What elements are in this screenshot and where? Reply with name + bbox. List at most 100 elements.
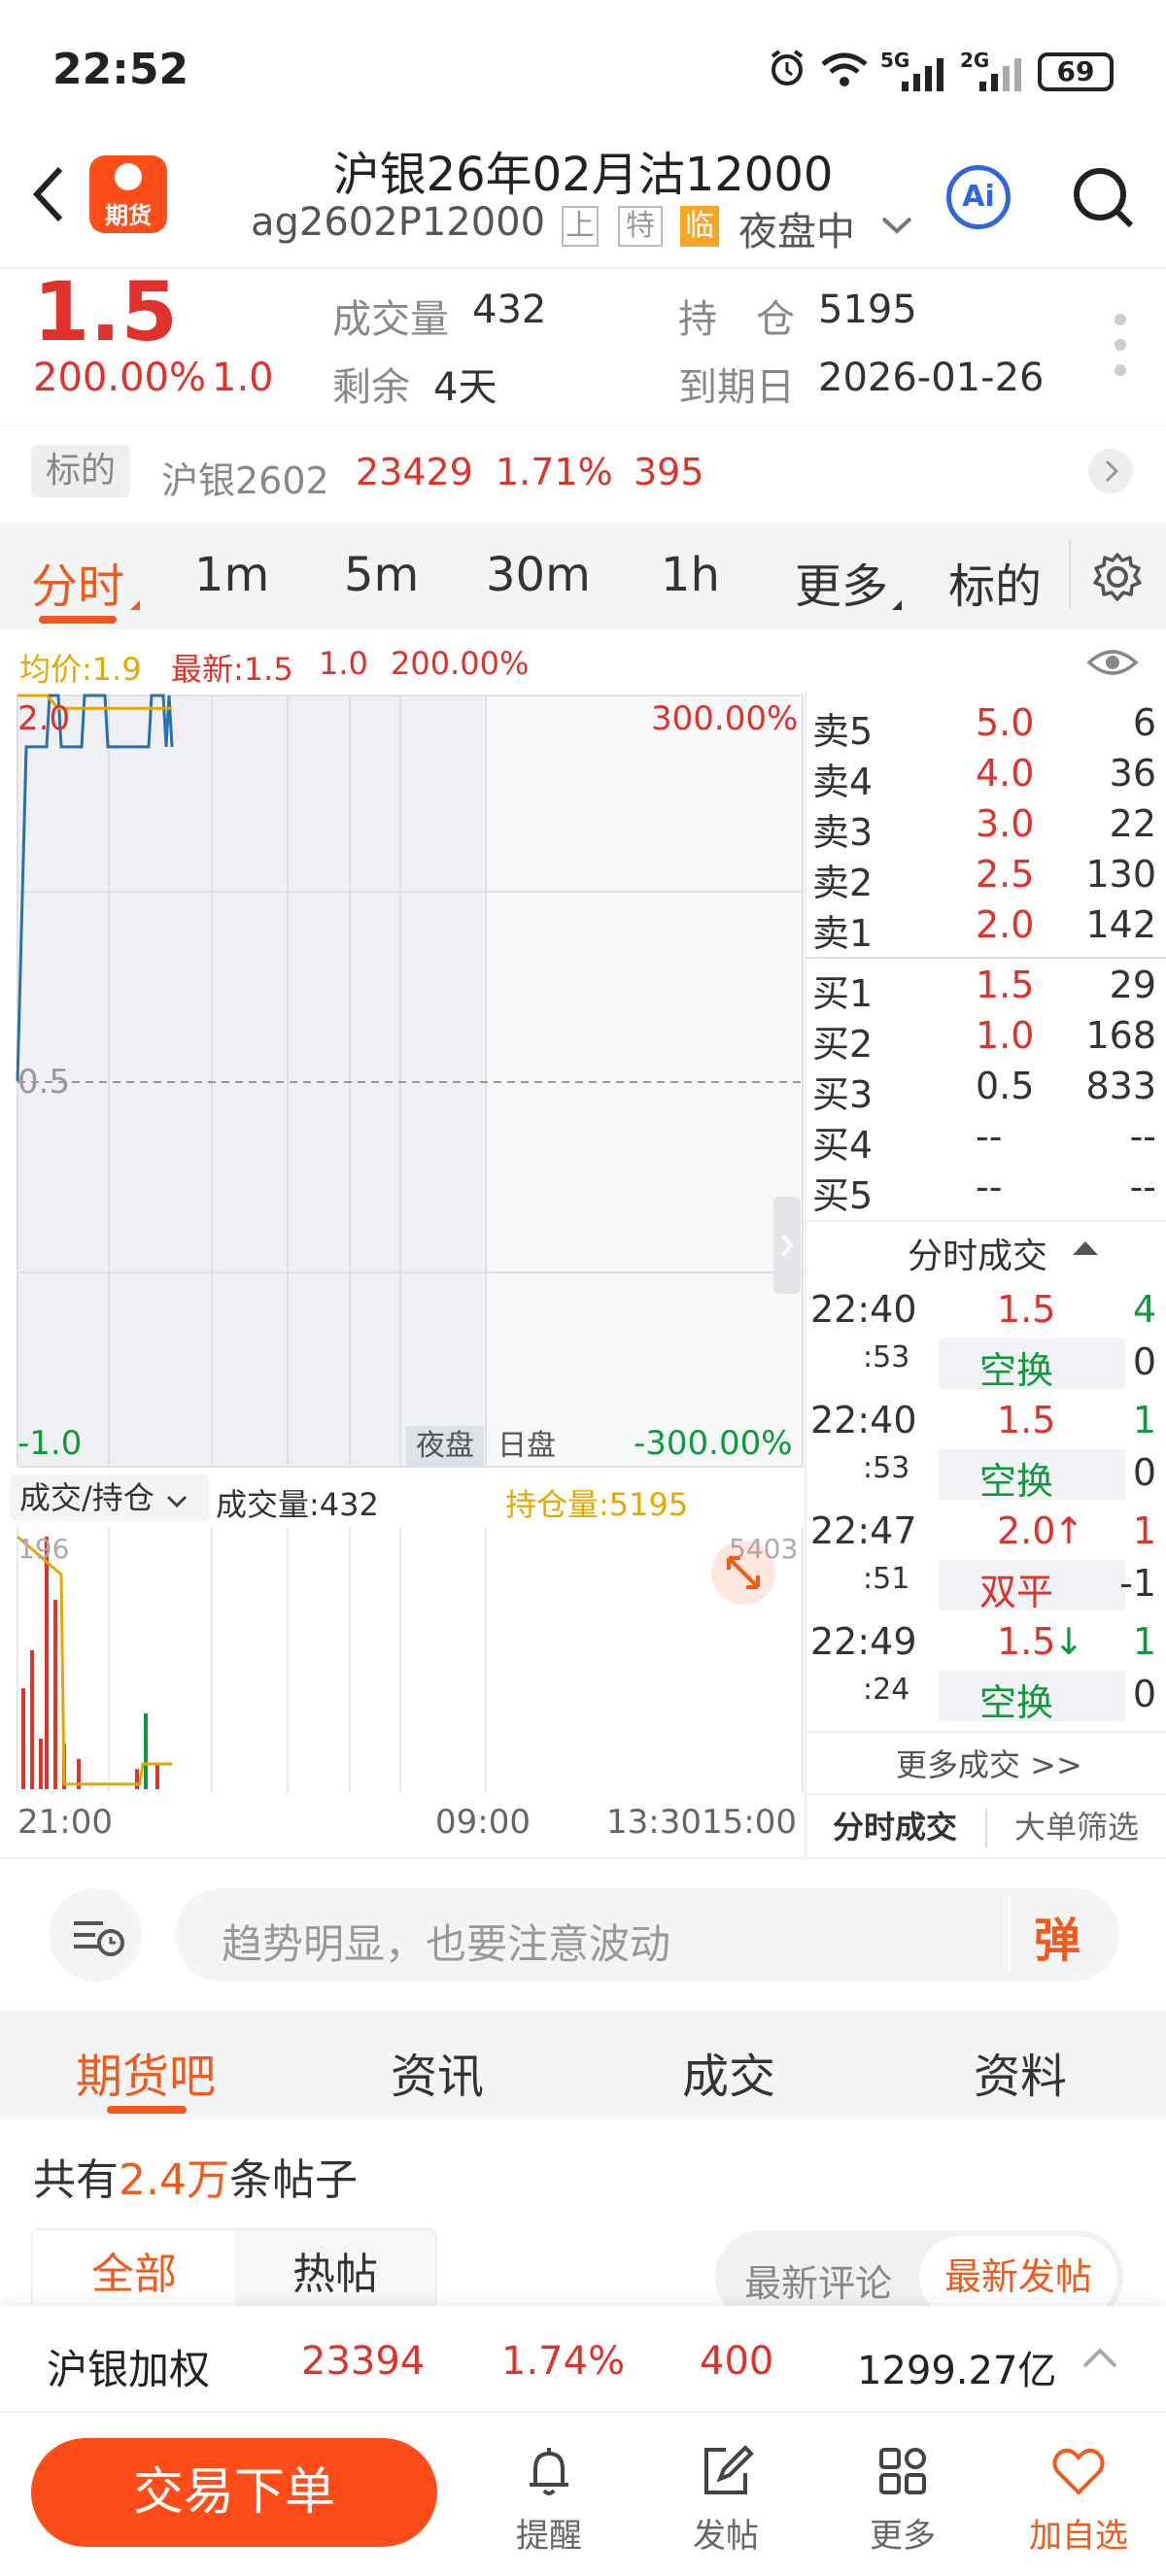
posts-prefix: 共有	[33, 2155, 119, 2205]
danmaku-send-button[interactable]: 弹	[1034, 1902, 1080, 1970]
price-label-mid: 0.5	[17, 1063, 71, 1102]
bid-quantity: 29	[1109, 964, 1156, 1006]
tick-arrow-icon: ↓	[1053, 1620, 1084, 1663]
tab-info[interactable]: 资料	[974, 2038, 1067, 2106]
expiry-value: 2026-01-26	[818, 356, 1045, 400]
ask-row[interactable]: 卖5 5.0 6	[808, 697, 1162, 753]
ask-row[interactable]: 卖2 2.5 130	[808, 849, 1162, 904]
bid-row[interactable]: 买4 -- --	[808, 1111, 1162, 1167]
nav-more-label: 更多	[870, 2517, 936, 2556]
nav-post[interactable]: 发帖	[672, 2442, 779, 2557]
ai-label: Ai	[962, 180, 995, 214]
tick-price: 1.5	[997, 1620, 1056, 1663]
bid-row[interactable]: 买5 -- --	[808, 1162, 1162, 1217]
nav-add-watchlist[interactable]: 加自选	[1020, 2442, 1137, 2557]
bid-row[interactable]: 买2 1.0 168	[808, 1010, 1162, 1066]
bid-row[interactable]: 买1 1.5 29	[808, 960, 1162, 1015]
session-label-day: 日盘	[497, 1429, 556, 1463]
tick-row: 22:40:53 1.5 1 空换 0	[808, 1395, 1162, 1504]
tab-underlying[interactable]: 标的	[948, 548, 1042, 616]
ai-assistant-button[interactable]: Ai	[946, 165, 1011, 229]
chevron-right-icon[interactable]	[1088, 449, 1133, 493]
search-icon[interactable]	[1069, 163, 1137, 231]
volume-panel-header: 成交/持仓 成交量:432 持仓量:5195	[0, 1471, 805, 1525]
ask-row[interactable]: 卖1 2.0 142	[808, 899, 1162, 955]
tab-intraday[interactable]: 分时	[31, 548, 124, 616]
more-trades-link[interactable]: 更多成交 >>	[896, 1741, 1082, 1785]
volume-bar	[155, 1764, 159, 1789]
tick-time: 22:40	[810, 1399, 917, 1441]
ask-quantity: 22	[1109, 802, 1156, 845]
bid-price: --	[976, 1166, 1003, 1208]
open-interest-label: 持 仓	[678, 297, 795, 342]
ask-quantity: 6	[1132, 701, 1156, 744]
alarm-icon	[768, 49, 806, 87]
tab-futures-forum[interactable]: 期货吧	[76, 2038, 216, 2106]
bid-level: 买4	[812, 1124, 874, 1167]
bid-row[interactable]: 买3 0.5 833	[808, 1061, 1162, 1116]
bid-level: 买3	[812, 1073, 874, 1116]
sort-latest-comment[interactable]: 最新评论	[744, 2254, 892, 2307]
chart-bottom-divider	[0, 1857, 1166, 1859]
comment-input[interactable]: 趋势明显，也要注意波动 弹	[175, 1888, 1119, 1982]
tab-5m[interactable]: 5m	[344, 548, 419, 602]
volume-left-label: 196	[17, 1533, 70, 1565]
time-label-start: 21:00	[17, 1803, 113, 1842]
settings-gear-icon[interactable]	[1092, 552, 1143, 602]
tab-news[interactable]: 资讯	[391, 2038, 484, 2106]
tab-1m[interactable]: 1m	[194, 548, 269, 602]
nav-reminder[interactable]: 提醒	[496, 2442, 602, 2557]
ask-row[interactable]: 卖4 4.0 36	[808, 748, 1162, 803]
ask-level: 卖1	[812, 912, 874, 955]
bid-level: 买1	[812, 972, 874, 1015]
tab-trades[interactable]: 成交	[682, 2038, 775, 2106]
signal-icon-2	[977, 54, 1026, 93]
ticks-title[interactable]: 分时成交	[908, 1228, 1047, 1278]
fullscreen-icon[interactable]	[711, 1541, 775, 1605]
tab-large-orders[interactable]: 大单筛选	[987, 1795, 1166, 1859]
expand-panel-handle[interactable]	[773, 1197, 801, 1294]
volume-bar	[39, 1739, 43, 1789]
tab-30m[interactable]: 30m	[486, 548, 591, 602]
tab-1h[interactable]: 1h	[661, 548, 720, 602]
ask-price: 2.5	[976, 853, 1035, 896]
ask-row[interactable]: 卖3 3.0 22	[808, 798, 1162, 854]
open-interest-value: 5195	[818, 288, 917, 332]
intraday-price-chart[interactable]	[0, 692, 805, 1469]
tick-type: 双平	[979, 1571, 1054, 1613]
contract-code: ag2602P12000	[251, 200, 546, 245]
volume-value: 432	[472, 288, 547, 332]
section-tab-bar: 期货吧 资讯 成交 资料	[0, 2011, 1166, 2119]
tick-row: 22:49:24 1.5 ↓ 1 空换 0	[808, 1616, 1162, 1725]
price-label-top: 2.0	[17, 699, 71, 738]
underlying-row[interactable]: 标的 沪银2602 23429 1.71% 395	[0, 427, 1166, 515]
ticker-name: 沪银加权	[47, 2346, 211, 2393]
bottom-ticker[interactable]: 沪银加权 23394 1.74% 400 1299.27亿	[0, 2306, 1166, 2413]
nav-post-label: 发帖	[693, 2517, 759, 2556]
trade-order-button[interactable]: 交易下单	[31, 2438, 437, 2547]
more-vertical-icon[interactable]	[1114, 313, 1127, 377]
ask-price: 2.0	[976, 903, 1035, 946]
session-status[interactable]: 夜盘中	[738, 200, 855, 256]
ask-quantity: 142	[1085, 903, 1156, 946]
change-value: 1.0	[212, 356, 274, 400]
danmaku-icon	[74, 1921, 124, 1956]
ask-price: 5.0	[976, 701, 1035, 744]
back-icon[interactable]	[29, 165, 68, 223]
page-title: 沪银26年02月沽12000	[332, 148, 834, 202]
tab-intraday-trades[interactable]: 分时成交	[805, 1795, 985, 1859]
tick-row: 22:40:53 1.5 4 空换 0	[808, 1284, 1162, 1393]
chevron-up-icon[interactable]	[1080, 2343, 1119, 2372]
volume-oi-selector[interactable]: 成交/持仓	[10, 1474, 209, 1521]
ask-quantity: 130	[1085, 853, 1156, 896]
bid-quantity: --	[1129, 1166, 1156, 1208]
eye-icon[interactable]	[1086, 645, 1139, 680]
tab-more[interactable]: 更多	[795, 548, 888, 616]
ticker-percent: 1.74%	[501, 2339, 626, 2384]
chevron-down-icon[interactable]	[880, 216, 913, 235]
danmaku-toggle-button[interactable]	[49, 1888, 142, 1982]
battery-icon: 69	[1038, 52, 1114, 91]
tick-price: 1.5	[997, 1288, 1056, 1331]
nav-more[interactable]: 更多	[849, 2442, 956, 2557]
volume-chart[interactable]	[0, 1525, 805, 1795]
